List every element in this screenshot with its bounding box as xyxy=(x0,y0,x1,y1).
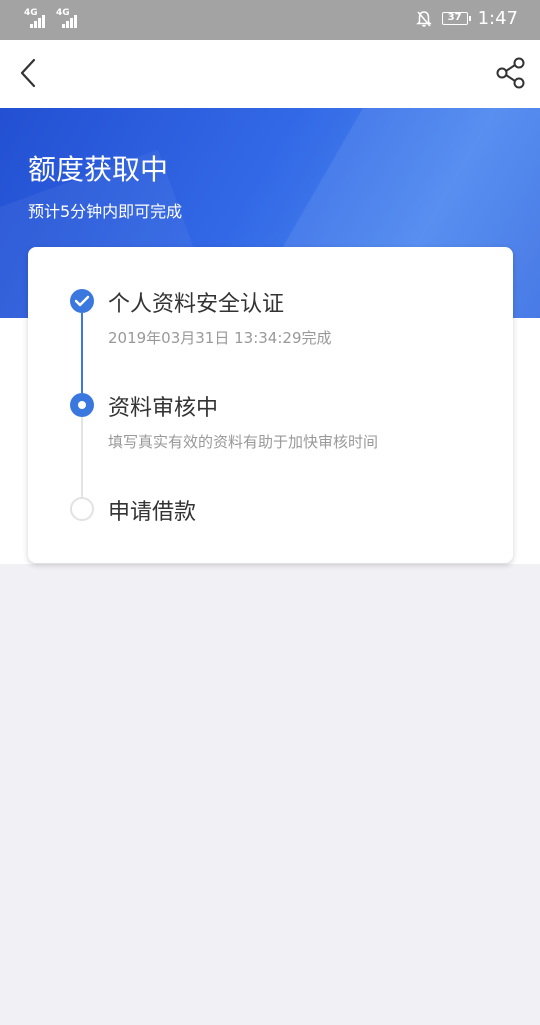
check-circle-icon xyxy=(70,289,94,313)
step-title: 资料审核中 xyxy=(108,396,219,421)
step-description: 填写真实有效的资料有助于加快审核时间 xyxy=(108,433,379,451)
pending-step-icon xyxy=(70,497,94,521)
battery-icon: 37 xyxy=(441,12,471,25)
back-button[interactable] xyxy=(14,54,46,94)
current-step-icon xyxy=(70,393,94,417)
page-subtitle: 预计5分钟内即可完成 xyxy=(28,202,183,221)
signal-icon: 4G xyxy=(24,8,50,28)
progress-line-pending xyxy=(81,417,83,497)
progress-card: 个人资料安全认证 2019年03月31日 13:34:29完成 资料审核中 填写… xyxy=(28,247,513,563)
page-title: 额度获取中 xyxy=(28,153,169,186)
step-title: 申请借款 xyxy=(108,500,197,525)
signal-group: 4G 4G xyxy=(24,8,82,28)
share-icon xyxy=(496,57,525,89)
status-time: 1:47 xyxy=(477,8,518,29)
chevron-left-icon xyxy=(20,58,36,88)
step-title: 个人资料安全认证 xyxy=(108,292,285,317)
share-button[interactable] xyxy=(494,55,528,91)
bell-off-icon xyxy=(415,10,432,27)
signal-icon: 4G xyxy=(56,8,82,28)
status-bar: 4G 4G 37 1:47 xyxy=(0,0,540,40)
progress-line-done xyxy=(81,313,83,393)
nav-bar xyxy=(0,40,540,108)
step-description: 2019年03月31日 13:34:29完成 xyxy=(108,329,332,347)
status-right: 37 1:47 xyxy=(415,8,518,29)
